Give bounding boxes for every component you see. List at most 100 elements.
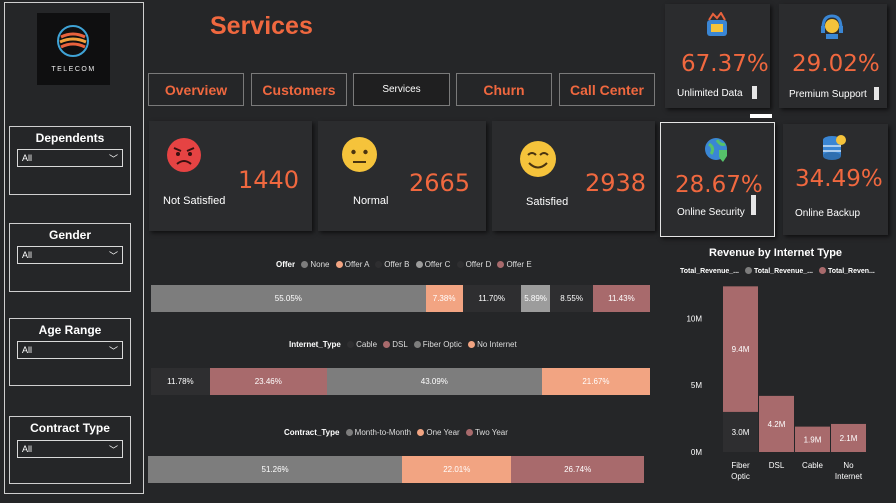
unlimited-data-label: Unlimited Data [677,88,743,99]
filter-title: Age Range [38,323,102,337]
bar-segment[interactable]: 21.67% [541,368,650,395]
revenue-chart-title: Revenue by Internet Type [709,247,843,259]
bar-segment[interactable]: 51.26% [148,456,403,483]
bar-segment[interactable]: 26.74% [511,456,644,483]
tab-call-center[interactable]: Call Center [559,73,655,106]
data-icon [707,12,727,36]
select-value: All [22,250,33,260]
contract-type-stacked-bar: 51.26% 22.01% 26.74% [148,456,644,483]
normal-label: Normal [353,195,389,207]
telecom-logo: TELECOM [37,13,110,85]
slider-handle[interactable] [751,195,756,215]
contract-type-filter: Contract Type All ﹀ [9,416,131,484]
online-security-label: Online Security [677,207,745,218]
legend-label: Total_Revenue_... [753,268,813,275]
legend-dot [347,341,355,348]
bar-segment[interactable]: 55.05% [151,285,426,312]
bar-segment[interactable]: 11.70% [462,285,521,312]
bar-segment[interactable]: 11.43% [592,285,650,312]
unlimited-data-value: 67.37% [681,51,769,77]
legend-dot [301,261,309,268]
chevron-down-icon: ﹀ [108,154,118,164]
premium-support-card: 29.02% Premium Support [779,4,887,108]
legend-dot [456,261,464,268]
bar-segment[interactable]: 11.78% [151,368,210,395]
legend-dot [468,341,476,348]
tab-overview[interactable]: Overview [148,73,244,106]
dependents-select[interactable]: All ﹀ [17,149,123,167]
data-label: 11.43% [608,294,635,303]
y-tick-label: 10M [686,314,702,323]
legend-label: Total_Revenue_... [680,268,740,275]
normal-card: 2665 Normal [318,121,486,231]
x-tick-label: Cable [802,461,823,470]
legend-dot [335,261,343,268]
x-tick-label: No [843,461,854,470]
bar-segment[interactable]: 5.89% [520,285,551,312]
not-satisfied-value: 1440 [238,166,300,194]
online-backup-value: 34.49% [795,166,883,192]
bar-segment[interactable]: 8.55% [550,285,593,312]
legend-label: Total_Reven... [827,268,875,275]
y-tick-label: 0M [691,448,702,457]
logo-text: TELECOM [51,66,96,73]
filter-title: Dependents [35,131,105,145]
legend-label: Cable [356,340,378,349]
online-security-value: 28.67% [675,172,763,198]
revenue-by-internet-type-chart: 0M 5M 10M 3.0M 9.4M Fiber Optic 4.2M DSL 1.9M Cabl… [686,286,866,481]
chevron-down-icon: ﹀ [108,445,118,455]
data-label: 23.46% [254,377,282,386]
angry-face-icon [167,138,201,172]
legend-dot [465,429,473,436]
data-label: 11.78% [167,377,194,386]
legend-dot [415,261,423,268]
x-tick-label: Optic [731,472,750,481]
contract-type-select[interactable]: All ﹀ [17,440,123,458]
data-label: 43.09% [420,377,448,386]
filter-title: Contract Type [30,421,110,435]
x-tick-label: DSL [769,461,785,470]
online-backup-card: 34.49% Online Backup [783,124,888,235]
legend-label: Offer D [465,260,492,269]
legend-label: Month-to-Month [354,428,412,437]
smiling-face-icon [520,141,556,177]
tab-churn[interactable]: Churn [456,73,552,106]
legend-dot [417,429,425,436]
online-security-card[interactable]: 28.67% Online Security [660,122,775,237]
shield-globe-icon [705,138,727,162]
gender-select[interactable]: All ﹀ [17,246,123,264]
not-satisfied-label: Not Satisfied [163,195,226,207]
data-label: 5.89% [524,294,547,303]
age-range-select[interactable]: All ﹀ [17,341,123,359]
legend-label: Offer C [424,260,451,269]
slider-handle[interactable] [752,86,757,99]
legend-label: DSL [392,340,408,349]
unlimited-data-card: 67.37% Unlimited Data [665,4,770,108]
internet-type-stacked-bar: 11.78% 23.46% 43.09% 21.67% [151,368,650,395]
x-tick-label: Fiber [731,461,750,470]
filter-title: Gender [48,228,91,242]
bar-segment[interactable]: 23.46% [209,368,327,395]
select-value: All [22,444,33,454]
bar-segment[interactable]: 7.38% [425,285,463,312]
legend-label: One Year [426,428,460,437]
tab-services[interactable]: Services [353,73,450,106]
legend-dot [345,429,353,436]
contract-type-legend-title: Contract_Type [284,428,340,437]
data-label: 55.05% [274,294,302,303]
not-satisfied-card: 1440 Not Satisfied [149,121,312,231]
offer-stacked-bar: 55.05% 7.38% 11.70% 5.89% 8.55% 11.43% [151,285,650,312]
bar-segment[interactable]: 22.01% [402,456,512,483]
bar-segment[interactable]: 43.09% [326,368,542,395]
chevron-down-icon: ﹀ [108,251,118,261]
tab-customers[interactable]: Customers [251,73,347,106]
legend-dot [497,261,505,268]
legend-dot [375,261,383,268]
legend-label: Offer E [506,260,532,269]
legend-label: Offer A [344,260,370,269]
legend-label: No Internet [477,340,517,349]
slider-handle[interactable] [874,87,879,100]
data-label: 8.55% [560,294,583,303]
age-range-filter: Age Range All ﹀ [9,318,131,386]
satisfied-card: 2938 Satisfied [492,121,655,231]
